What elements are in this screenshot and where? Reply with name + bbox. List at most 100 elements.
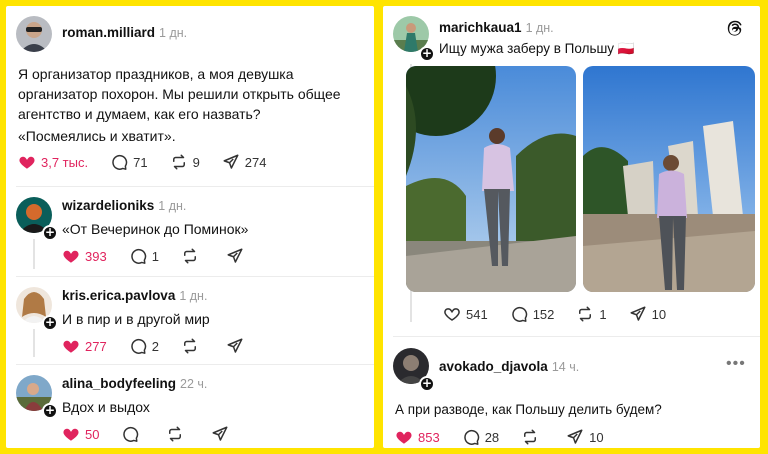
- reply-item: + kris.erica.pavlova 1 дн. И в пир и в др…: [6, 277, 374, 363]
- avatar[interactable]: [16, 16, 52, 52]
- comment-icon: [129, 247, 147, 265]
- like-button[interactable]: 393: [62, 247, 107, 265]
- repost-icon: [576, 305, 594, 323]
- username-text[interactable]: avokado_djavola: [439, 359, 548, 374]
- follow-plus-icon[interactable]: +: [42, 403, 58, 419]
- username[interactable]: avokado_djavola 14 ч.: [439, 359, 579, 374]
- like-count: 50: [85, 426, 100, 442]
- share-button[interactable]: 274: [222, 153, 267, 171]
- like-count: 853: [418, 429, 440, 445]
- repost-icon: [181, 337, 199, 355]
- share-icon: [226, 247, 244, 265]
- reply-text: «От Вечеринок до Поминок»: [62, 221, 249, 237]
- repost-button[interactable]: 1: [576, 305, 607, 323]
- username[interactable]: kris.erica.pavlova 1 дн.: [62, 288, 207, 303]
- post-text-2: «Посмеялись и хватит».: [18, 128, 176, 144]
- share-button[interactable]: 10: [629, 305, 666, 323]
- comment-button[interactable]: 71: [110, 153, 148, 171]
- comment-button[interactable]: 152: [510, 305, 555, 323]
- post-time: 1 дн.: [159, 26, 188, 40]
- repost-button[interactable]: [181, 247, 204, 265]
- username[interactable]: marichkaua1 1 дн.: [439, 20, 554, 35]
- follow-plus-icon[interactable]: +: [419, 46, 435, 62]
- heart-icon: [443, 305, 461, 323]
- threads-logo-icon[interactable]: [726, 19, 744, 37]
- share-count: 10: [651, 306, 667, 322]
- like-button[interactable]: 277: [62, 337, 107, 355]
- share-button[interactable]: [211, 425, 234, 443]
- reply-actions: 853 28 10: [395, 427, 626, 447]
- post-text: Я организатор праздников, а моя девушка …: [18, 66, 341, 122]
- follow-plus-icon[interactable]: +: [419, 376, 435, 392]
- repost-count: 9: [192, 154, 200, 170]
- like-button[interactable]: 853: [395, 428, 440, 446]
- repost-icon: [521, 428, 539, 446]
- share-icon: [222, 153, 240, 171]
- share-button[interactable]: 10: [566, 428, 604, 446]
- post-photo-2[interactable]: [583, 66, 755, 292]
- repost-button[interactable]: [166, 425, 189, 443]
- comment-icon: [510, 305, 528, 323]
- comment-count: 152: [532, 306, 555, 322]
- username-text[interactable]: roman.milliard: [62, 25, 155, 40]
- like-count: 277: [85, 338, 107, 354]
- comment-button[interactable]: 1: [129, 247, 159, 265]
- more-icon[interactable]: •••: [726, 355, 746, 373]
- comment-count: 71: [133, 154, 148, 170]
- post-time: 1 дн.: [179, 289, 208, 303]
- share-button[interactable]: [226, 247, 249, 265]
- like-button[interactable]: 3,7 тыс.: [18, 153, 88, 171]
- main-post: roman.milliard 1 дн. Я организатор праздн…: [6, 6, 374, 186]
- repost-button[interactable]: [181, 337, 204, 355]
- username[interactable]: wizardelioniks 1 дн.: [62, 198, 186, 213]
- username-text[interactable]: wizardelioniks: [62, 198, 154, 213]
- username-text[interactable]: alina_bodyfeeling: [62, 376, 176, 391]
- username[interactable]: roman.milliard 1 дн.: [62, 25, 187, 40]
- follow-plus-icon[interactable]: +: [42, 315, 58, 331]
- post-time: 1 дн.: [525, 21, 554, 35]
- like-button[interactable]: 50: [62, 425, 99, 443]
- heart-icon: [18, 153, 36, 171]
- repost-button[interactable]: 9: [170, 153, 200, 171]
- username-text[interactable]: kris.erica.pavlova: [62, 288, 175, 303]
- comment-button[interactable]: 2: [129, 337, 159, 355]
- post-actions: 541 152 1 10: [443, 304, 688, 324]
- share-button[interactable]: [226, 337, 249, 355]
- reply-text: Вдох и выдох: [62, 399, 150, 415]
- follow-plus-icon[interactable]: +: [42, 225, 58, 241]
- share-icon: [566, 428, 584, 446]
- comment-button[interactable]: [121, 425, 144, 443]
- repost-icon: [166, 425, 184, 443]
- heart-icon: [395, 428, 413, 446]
- comment-count: 1: [151, 248, 159, 264]
- reply-actions: 393 1: [62, 246, 271, 266]
- repost-icon: [170, 153, 188, 171]
- reply-item: + alina_bodyfeeling 22 ч. Вдох и выдох 50: [6, 365, 374, 448]
- left-thread-panel: roman.milliard 1 дн. Я организатор праздн…: [6, 6, 374, 448]
- post-time: 14 ч.: [551, 360, 580, 374]
- comment-icon: [462, 428, 480, 446]
- post-text: Ищу мужа заберу в Польшу 🇵🇱: [439, 41, 635, 56]
- like-count: 393: [85, 248, 107, 264]
- repost-icon: [181, 247, 199, 265]
- username-text[interactable]: marichkaua1: [439, 20, 522, 35]
- like-count: 541: [466, 306, 488, 322]
- post-actions: 3,7 тыс. 71 9 274: [18, 152, 289, 172]
- comment-icon: [110, 153, 128, 171]
- share-icon: [629, 305, 647, 323]
- reply-item: + avokado_djavola 14 ч. ••• А при разводе…: [383, 337, 760, 448]
- right-thread-panel: + marichkaua1 1 дн. Ищу мужа заберу в Пол…: [383, 6, 760, 448]
- comment-button[interactable]: 28: [462, 428, 499, 446]
- thread-line: [33, 239, 35, 269]
- post-time: 22 ч.: [180, 377, 208, 391]
- heart-icon: [62, 337, 80, 355]
- comment-icon: [129, 337, 147, 355]
- heart-icon: [62, 247, 80, 265]
- username[interactable]: alina_bodyfeeling 22 ч.: [62, 376, 207, 391]
- like-count: 3,7 тыс.: [41, 154, 89, 170]
- like-button[interactable]: 541: [443, 305, 488, 323]
- repost-count: 1: [599, 306, 607, 322]
- thread-line: [33, 329, 35, 357]
- repost-button[interactable]: [521, 428, 544, 446]
- post-photo-1[interactable]: [406, 66, 576, 292]
